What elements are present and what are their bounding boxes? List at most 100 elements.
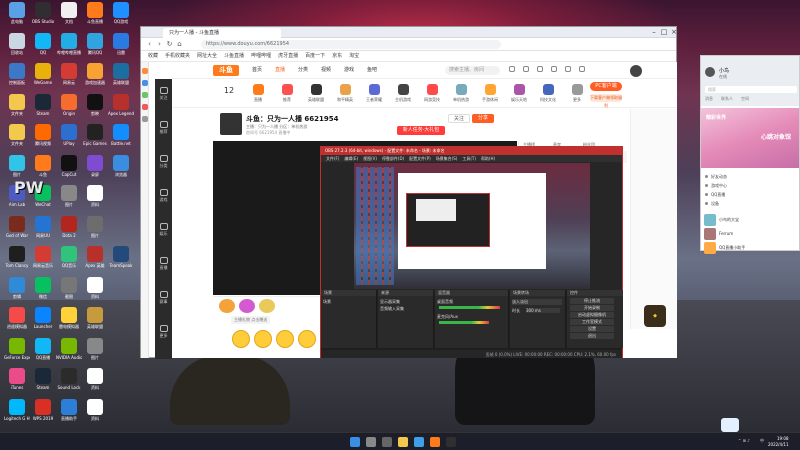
- stop-streaming-button[interactable]: 停止推流: [570, 298, 614, 304]
- sidebar-star-icon[interactable]: [142, 68, 148, 74]
- category-item[interactable]: 12: [216, 84, 242, 95]
- category-item[interactable]: 和平精英: [332, 84, 358, 103]
- desktop-icon[interactable]: 剪映: [82, 93, 108, 124]
- header-action[interactable]: [577, 66, 587, 72]
- side-nav-item[interactable]: 推荐: [157, 121, 170, 135]
- desktop-icon[interactable]: 资料: [82, 185, 108, 215]
- desktop-icon[interactable]: 控制面板: [4, 63, 30, 93]
- minimize-icon[interactable]: –: [649, 28, 659, 37]
- sidebar-game-icon[interactable]: [142, 92, 148, 98]
- back-icon[interactable]: ‹: [145, 40, 154, 49]
- desktop-icon[interactable]: GeForce Experience: [4, 337, 30, 368]
- desktop-icon[interactable]: 直播助手: [56, 398, 82, 429]
- qq-menu-item[interactable]: 好友动态: [705, 174, 727, 180]
- desktop-icon[interactable]: CapCut: [56, 154, 82, 185]
- desktop-icon[interactable]: iTunes: [4, 368, 30, 398]
- category-item[interactable]: 王者荣耀: [361, 84, 387, 103]
- duration-input[interactable]: 300 ms: [526, 308, 560, 313]
- desktop-icon[interactable]: 资料: [82, 398, 108, 429]
- bookmark-item[interactable]: 虎牙直播: [278, 51, 298, 61]
- desktop-icon[interactable]: 哔哩哔哩直播: [56, 32, 82, 63]
- category-item[interactable]: 英雄联盟: [303, 84, 329, 103]
- side-nav-item[interactable]: 分类: [157, 155, 170, 169]
- bookmark-item[interactable]: 手机收藏夹: [165, 51, 190, 61]
- qq-contact-avatar[interactable]: [704, 228, 716, 240]
- category-item[interactable]: 科技文化: [535, 84, 561, 103]
- obs-menu-item[interactable]: 配置文件(P): [409, 156, 431, 161]
- bookmark-item[interactable]: 京东: [332, 51, 342, 61]
- header-action[interactable]: [549, 66, 559, 72]
- desktop-icon[interactable]: QQ游戏: [108, 2, 134, 32]
- obs-preview[interactable]: [354, 163, 590, 289]
- bookmark-item[interactable]: 斗鱼直播: [224, 51, 244, 61]
- tray-icons[interactable]: ⌃ ⊞ ♪: [738, 438, 750, 443]
- desktop-icon[interactable]: Epic Games: [82, 124, 108, 154]
- forward-icon[interactable]: ›: [155, 40, 164, 49]
- source-item[interactable]: 显示器采集: [380, 299, 400, 305]
- desktop-icon[interactable]: Apex Legends: [108, 93, 134, 124]
- pc-client-subtitle[interactable]: 下载客户端领取福利: [590, 94, 622, 108]
- desktop-icon[interactable]: 腾讯QQ: [82, 32, 108, 63]
- desktop-icon[interactable]: QQ音乐: [56, 246, 82, 276]
- desktop-icon[interactable]: 回收站: [4, 32, 30, 63]
- category-item[interactable]: 推荐: [274, 84, 300, 103]
- desktop-icon[interactable]: 英雄联盟: [108, 63, 134, 93]
- desktop-icon[interactable]: Logitech G HUB: [4, 398, 30, 429]
- refresh-icon[interactable]: ↻: [165, 40, 174, 49]
- header-nav-item[interactable]: 视频: [321, 66, 331, 75]
- desktop-icon[interactable]: 资料: [82, 368, 108, 398]
- side-nav-item[interactable]: 娱乐: [157, 223, 170, 237]
- browser-taskbar-icon[interactable]: [414, 437, 424, 447]
- sidebar-video-icon[interactable]: [142, 104, 148, 110]
- desktop-icon[interactable]: 剪辑: [4, 276, 30, 307]
- desktop-icon[interactable]: 图片: [82, 337, 108, 368]
- header-action[interactable]: [563, 66, 573, 72]
- obs-menu-item[interactable]: 视图(V): [363, 156, 377, 161]
- newbie-task-button[interactable]: 新人任务·大礼包: [397, 126, 445, 135]
- desktop-icon[interactable]: 迅雷: [108, 32, 134, 63]
- qq-contact-name[interactable]: Ferrum: [719, 231, 733, 236]
- qq-contact-name[interactable]: QQ直播小助手: [719, 245, 745, 251]
- desktop-icon[interactable]: Battle.net: [108, 124, 134, 154]
- douyu-taskbar-icon[interactable]: [430, 437, 440, 447]
- desktop-icon[interactable]: 网易UU: [30, 215, 56, 246]
- category-item[interactable]: 单机热游: [448, 84, 474, 103]
- desktop-icon[interactable]: Sound Lock: [56, 368, 82, 398]
- desktop-icon[interactable]: 此电脑: [4, 2, 30, 32]
- desktop-icon[interactable]: 斗鱼直播: [82, 2, 108, 32]
- desktop-icon[interactable]: Origin: [56, 93, 82, 124]
- desktop-icon[interactable]: WeGame: [30, 63, 56, 93]
- qq-banner[interactable]: 精彩世界 心跳对象馆: [701, 108, 799, 168]
- emoji-icon[interactable]: [232, 330, 250, 348]
- obs-menu-item[interactable]: 工具(T): [462, 156, 476, 161]
- studio-mode-button[interactable]: 工作室模式: [570, 319, 614, 325]
- task-view-icon[interactable]: [382, 437, 392, 447]
- bookmark-item[interactable]: 哔哩哔哩: [251, 51, 271, 61]
- desktop-icon[interactable]: 逍遥模拟器: [4, 307, 30, 337]
- obs-menu-item[interactable]: 场景集合(S): [436, 156, 458, 161]
- qq-contact-avatar[interactable]: [704, 242, 716, 254]
- qq-avatar[interactable]: [705, 67, 715, 77]
- desktop-icon[interactable]: 微信: [30, 276, 56, 307]
- obs-menu-item[interactable]: 停靠部件(D): [382, 156, 404, 161]
- qq-contact-name[interactable]: 小鸟的大宝: [719, 217, 739, 223]
- desktop-icon[interactable]: TeamSpeak: [108, 246, 134, 276]
- settings-button[interactable]: 设置: [570, 326, 614, 332]
- bookmark-item[interactable]: 淘宝: [349, 51, 359, 61]
- side-nav-item[interactable]: 更多: [157, 325, 170, 339]
- desktop-icon[interactable]: UPlay: [56, 124, 82, 154]
- desktop-icon[interactable]: 网易云音乐: [30, 246, 56, 276]
- header-action[interactable]: [521, 66, 531, 72]
- scene-item[interactable]: 场景: [323, 299, 331, 305]
- source-item[interactable]: 音频输入采集: [380, 306, 404, 312]
- desktop-icon[interactable]: WPS 2019: [30, 398, 56, 429]
- desktop-icon[interactable]: Dota 2: [56, 215, 82, 246]
- header-nav-item[interactable]: 鱼吧: [367, 66, 377, 75]
- category-item[interactable]: 直播: [245, 84, 271, 103]
- desktop-icon[interactable]: OBS Studio: [30, 2, 56, 32]
- category-item[interactable]: 主机游戏: [390, 84, 416, 103]
- desktop-icon[interactable]: 资料: [82, 276, 108, 307]
- start-icon[interactable]: [350, 437, 360, 447]
- desktop-icon[interactable]: 图片: [82, 215, 108, 246]
- obs-menu-item[interactable]: 编辑(E): [344, 156, 358, 161]
